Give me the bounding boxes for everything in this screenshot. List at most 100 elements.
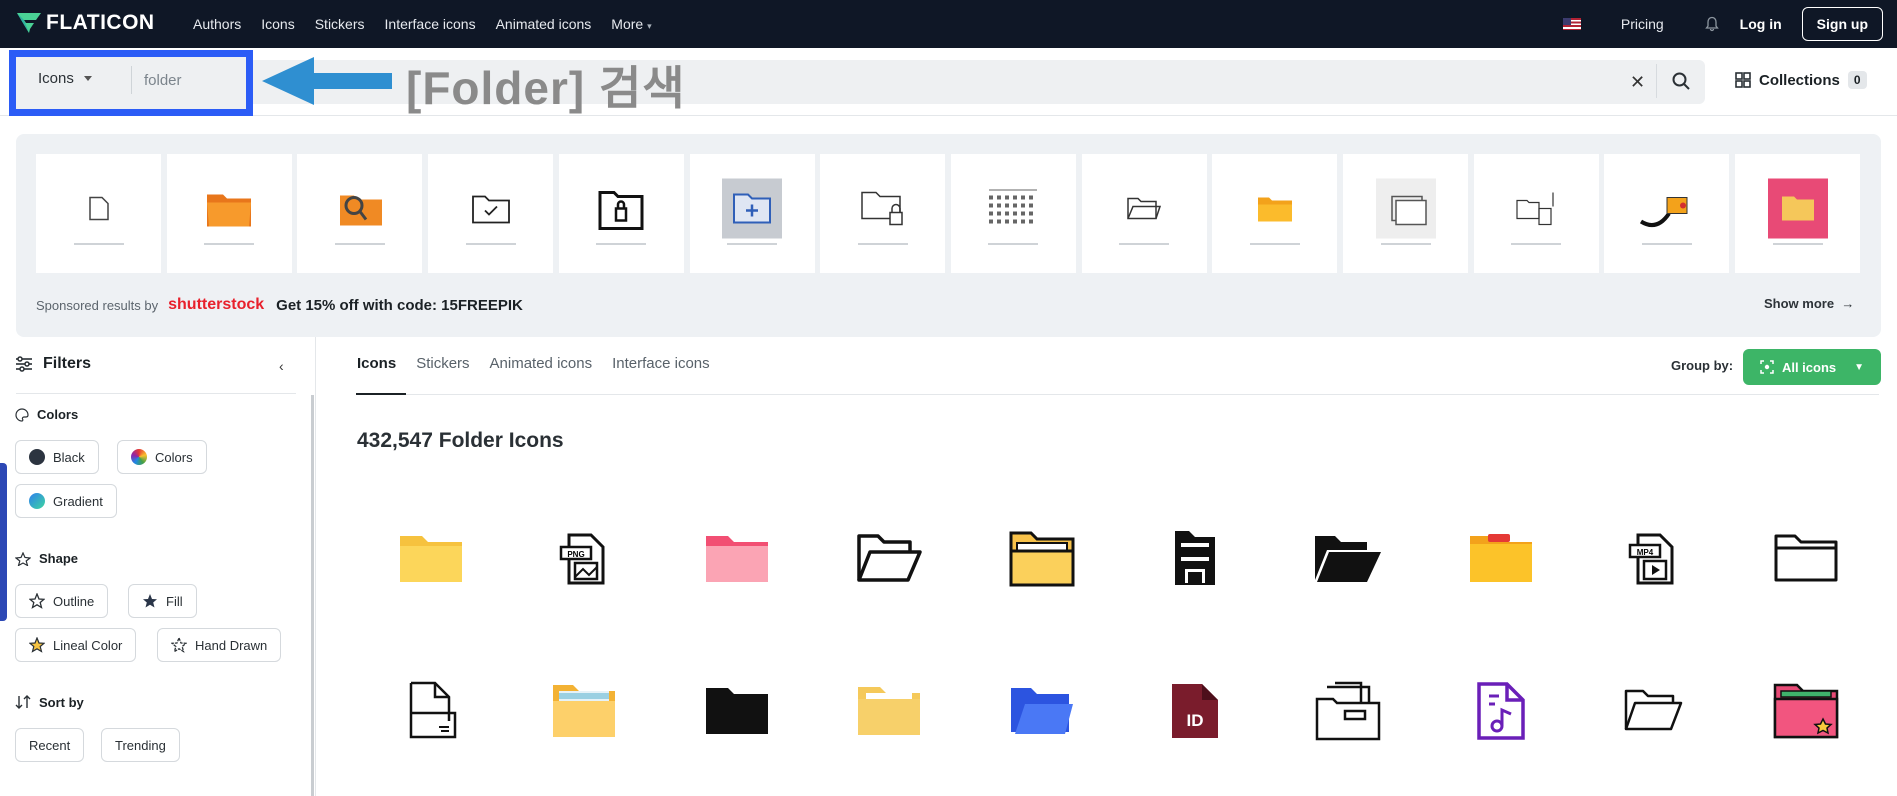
sponsored-caption xyxy=(334,243,385,245)
sponsored-thumbnail[interactable] xyxy=(689,154,815,273)
sort-icon xyxy=(15,695,31,709)
yellow-tab-folder-icon[interactable] xyxy=(1461,518,1541,598)
filter-fill[interactable]: Fill xyxy=(128,584,197,618)
yellow-folder-papers-icon[interactable] xyxy=(544,670,624,750)
us-flag-icon[interactable] xyxy=(1562,18,1581,30)
sponsored-image xyxy=(1375,178,1436,244)
nav-stickers[interactable]: Stickers xyxy=(315,16,365,32)
png-file-icon[interactable]: PNG xyxy=(544,518,624,598)
clear-search-icon[interactable]: ✕ xyxy=(1630,72,1645,93)
black-open-folder-icon[interactable] xyxy=(1308,518,1388,598)
sponsored-caption xyxy=(988,243,1039,245)
flaticon-logo[interactable]: FLATICON xyxy=(16,11,155,35)
yellow-folder-icon[interactable] xyxy=(391,518,471,598)
sponsored-thumbnail[interactable] xyxy=(36,154,161,273)
group-by-select[interactable]: All icons ▼ xyxy=(1743,349,1881,385)
sidebar-scrollbar[interactable] xyxy=(311,395,314,796)
sponsored-image xyxy=(860,189,906,234)
sort-trending[interactable]: Trending xyxy=(101,728,180,762)
tab-icons[interactable]: Icons xyxy=(357,355,396,372)
blue-folder-icon[interactable] xyxy=(1002,670,1082,750)
pink-star-folder-icon[interactable] xyxy=(1766,670,1846,750)
flaticon-logo-icon xyxy=(17,13,41,33)
bell-icon[interactable] xyxy=(1704,16,1720,32)
id-file-icon[interactable]: ID xyxy=(1155,670,1235,750)
nav-pricing[interactable]: Pricing xyxy=(1621,16,1664,32)
sponsored-thumbnail[interactable] xyxy=(166,154,292,273)
nav-interface-icons[interactable]: Interface icons xyxy=(385,16,476,32)
show-more-label: Show more xyxy=(1764,296,1835,311)
filter-black[interactable]: Black xyxy=(15,440,99,474)
signup-button[interactable]: Sign up xyxy=(1801,7,1883,41)
filter-colors[interactable]: Colors xyxy=(117,440,207,474)
collapse-sidebar-icon[interactable]: ‹ xyxy=(279,358,284,374)
document-outline-icon[interactable] xyxy=(391,670,471,750)
sponsored-image xyxy=(84,194,114,229)
sponsored-image xyxy=(598,187,644,236)
open-folder-outline-icon[interactable] xyxy=(849,518,929,598)
sponsored-caption xyxy=(1641,243,1692,245)
sponsored-thumbnail[interactable] xyxy=(428,154,554,273)
sponsored-thumbnail[interactable] xyxy=(820,154,946,273)
archive-folder-icon[interactable] xyxy=(1155,518,1235,598)
grid-icon xyxy=(1735,72,1751,88)
shutterstock-logo[interactable]: shutterstock xyxy=(168,296,264,314)
filter-gradient[interactable]: Gradient xyxy=(15,484,117,518)
sponsored-image xyxy=(1639,184,1695,239)
sponsored-thumbnail[interactable] xyxy=(558,154,684,273)
folder-outline-icon[interactable] xyxy=(1766,518,1846,598)
yellow-open-folder-icon[interactable] xyxy=(1002,518,1082,598)
filters-title: Filters xyxy=(43,355,92,372)
gradient-swatch-icon xyxy=(29,493,45,509)
show-more-link[interactable]: Show more → xyxy=(1764,296,1854,311)
sort-trending-label: Trending xyxy=(115,737,166,753)
filter-lineal-color[interactable]: Lineal Color xyxy=(15,628,137,662)
shape-heading-label: Shape xyxy=(39,551,79,566)
open-folder-thin-icon[interactable] xyxy=(1613,670,1693,750)
tab-interface-icons[interactable]: Interface icons xyxy=(612,355,710,372)
sponsored-thumbnail[interactable] xyxy=(950,154,1076,273)
svg-text:PNG: PNG xyxy=(567,550,584,559)
nav-icons[interactable]: Icons xyxy=(261,16,294,32)
sponsored-thumbnail[interactable] xyxy=(297,154,423,273)
sponsored-thumbnail[interactable] xyxy=(1343,154,1468,273)
filter-hand-drawn[interactable]: Hand Drawn xyxy=(157,628,282,662)
pink-folder-icon[interactable] xyxy=(697,518,777,598)
active-tab-indicator xyxy=(356,393,406,395)
nav-more[interactable]: More ▾ xyxy=(611,16,651,32)
sponsored-thumbnail[interactable] xyxy=(1212,154,1338,273)
file-cabinet-folder-icon[interactable] xyxy=(1308,670,1388,750)
search-input[interactable] xyxy=(144,66,234,94)
sponsored-label: Sponsored results by xyxy=(36,297,159,313)
sponsored-thumbnail[interactable] xyxy=(1473,154,1599,273)
sponsored-image xyxy=(722,178,782,244)
sponsored-caption xyxy=(857,243,908,245)
music-file-icon[interactable] xyxy=(1461,670,1541,750)
resource-type-select[interactable]: Icons xyxy=(38,70,92,87)
sponsored-caption xyxy=(1772,243,1823,245)
sort-recent[interactable]: Recent xyxy=(15,728,85,762)
sponsored-thumbnail[interactable] xyxy=(1735,154,1861,273)
sponsored-thumbnail[interactable] xyxy=(1081,154,1207,273)
filter-outline[interactable]: Outline xyxy=(15,584,109,618)
filters-heading: Filters xyxy=(15,355,91,373)
multicolor-swatch-icon xyxy=(131,449,147,465)
nav-animated-icons[interactable]: Animated icons xyxy=(496,16,592,32)
black-folder-icon[interactable] xyxy=(697,670,777,750)
mp4-file-icon[interactable]: MP4 xyxy=(1613,518,1693,598)
tab-stickers[interactable]: Stickers xyxy=(416,355,469,372)
result-tabs: Icons Stickers Animated icons Interface … xyxy=(357,355,710,372)
nav-authors[interactable]: Authors xyxy=(193,16,241,32)
side-drawer-tab[interactable] xyxy=(0,463,7,621)
collections-button[interactable]: Collections 0 xyxy=(1735,71,1867,89)
login-link[interactable]: Log in xyxy=(1740,16,1782,32)
resource-type-label: Icons xyxy=(38,70,74,87)
search-icon[interactable] xyxy=(1671,71,1691,91)
sponsored-image xyxy=(1256,194,1294,229)
shape-heading: Shape xyxy=(15,551,78,566)
sponsored-thumbnail[interactable] xyxy=(1604,154,1730,273)
sponsored-caption xyxy=(1119,243,1170,245)
filter-fill-label: Fill xyxy=(166,593,183,609)
tab-animated-icons[interactable]: Animated icons xyxy=(490,355,593,372)
light-yellow-folder-icon[interactable] xyxy=(849,670,929,750)
